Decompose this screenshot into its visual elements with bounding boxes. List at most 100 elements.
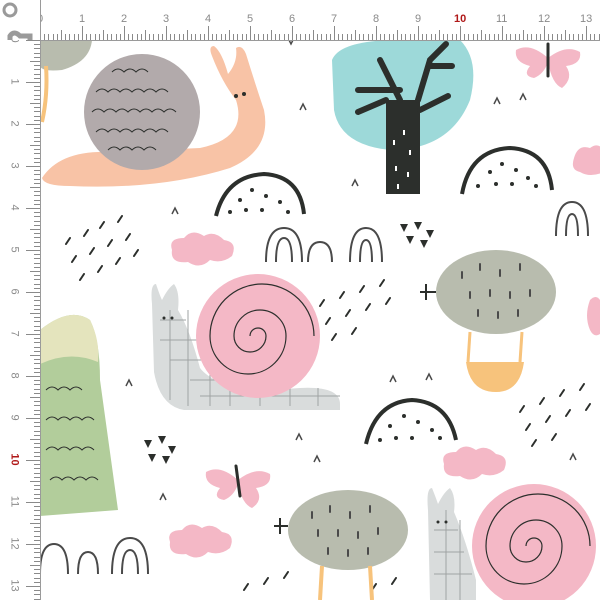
ruler-minor-tick: [34, 115, 40, 117]
ruler-minor-tick: [34, 317, 40, 319]
ruler-minor-tick: [34, 266, 40, 268]
ruler-major-tick: [544, 26, 545, 40]
ruler-minor-tick: [86, 34, 88, 40]
ruler-top: 012345678910111213: [0, 0, 600, 41]
ruler-minor-tick: [34, 443, 40, 445]
ruler-minor-tick: [30, 187, 40, 188]
ruler-minor-tick: [510, 34, 512, 40]
ruler-minor-tick: [493, 34, 495, 40]
ruler-minor-tick: [34, 493, 40, 495]
ruler-minor-tick: [34, 581, 40, 583]
ruler-minor-tick: [405, 34, 407, 40]
ruler-minor-tick: [34, 216, 40, 218]
ruler-top-label: 3: [163, 13, 170, 25]
ruler-minor-tick: [34, 107, 40, 109]
ruler-minor-tick: [34, 514, 40, 516]
ruler-minor-tick: [212, 34, 214, 40]
ruler-minor-tick: [355, 30, 356, 40]
snail-icon: [42, 46, 266, 187]
ruler-minor-tick: [338, 34, 340, 40]
ruler-minor-tick: [34, 384, 40, 386]
ruler-minor-tick: [485, 34, 487, 40]
ruler-major-tick: [26, 418, 40, 419]
ruler-minor-tick: [531, 34, 533, 40]
ruler-minor-tick: [34, 56, 40, 58]
ruler-minor-tick: [523, 30, 524, 40]
ruler-minor-tick: [321, 34, 323, 40]
ruler-minor-tick: [447, 34, 449, 40]
ruler-major-tick: [26, 82, 40, 83]
ruler-major-tick: [26, 460, 40, 461]
tree-icon: [332, 40, 474, 194]
ruler-minor-tick: [237, 34, 239, 40]
ruler-minor-tick: [34, 48, 40, 50]
ruler-minor-tick: [34, 371, 40, 373]
ruler-minor-tick: [48, 34, 50, 40]
ruler-minor-tick: [34, 258, 40, 260]
ruler-minor-tick: [77, 34, 79, 40]
ruler-minor-tick: [30, 439, 40, 440]
ruler-minor-tick: [34, 199, 40, 201]
ruler-minor-tick: [266, 34, 268, 40]
cloud-icon: [587, 297, 600, 336]
ruler-minor-tick: [468, 34, 470, 40]
ruler-minor-tick: [34, 598, 40, 600]
ruler-minor-tick: [34, 52, 40, 54]
ruler-minor-tick: [262, 34, 264, 40]
ruler-top-label: 1: [79, 13, 86, 25]
ruler-minor-tick: [34, 98, 40, 100]
ruler-minor-tick: [296, 34, 298, 40]
ruler-minor-tick: [527, 34, 529, 40]
ruler-minor-tick: [195, 34, 197, 40]
ruler-minor-tick: [34, 94, 40, 96]
ruler-minor-tick: [34, 497, 40, 499]
ruler-minor-tick: [489, 34, 491, 40]
ruler-minor-tick: [111, 34, 113, 40]
ruler-minor-tick: [34, 489, 40, 491]
ruler-minor-tick: [73, 34, 75, 40]
ruler-minor-tick: [216, 34, 218, 40]
ruler-minor-tick: [34, 170, 40, 172]
ruler-minor-tick: [132, 34, 134, 40]
ruler-minor-tick: [34, 254, 40, 256]
ruler-minor-tick: [573, 34, 575, 40]
ruler-minor-tick: [34, 338, 40, 340]
ruler-minor-tick: [34, 132, 40, 134]
ruler-minor-tick: [539, 34, 541, 40]
ruler-minor-tick: [481, 30, 482, 40]
ruler-minor-tick: [34, 233, 40, 235]
ruler-minor-tick: [34, 279, 40, 281]
ruler-minor-tick: [535, 34, 537, 40]
ruler-minor-tick: [34, 69, 40, 71]
ruler-minor-tick: [350, 34, 352, 40]
ruler-minor-tick: [30, 397, 40, 398]
ruler-minor-tick: [552, 34, 554, 40]
ruler-minor-tick: [203, 34, 205, 40]
ruler-left-label: 11: [8, 495, 21, 508]
ruler-minor-tick: [119, 34, 121, 40]
ruler-minor-tick: [30, 313, 40, 314]
ruler-minor-tick: [170, 34, 172, 40]
ruler-minor-tick: [34, 178, 40, 180]
ruler-top-label: 4: [205, 13, 212, 25]
ruler-minor-tick: [34, 535, 40, 537]
ruler-minor-tick: [182, 34, 184, 40]
ruler-minor-tick: [34, 405, 40, 407]
ruler-minor-tick: [401, 34, 403, 40]
ruler-minor-tick: [61, 30, 62, 40]
ruler-minor-tick: [409, 34, 411, 40]
ruler-minor-tick: [380, 34, 382, 40]
ruler-minor-tick: [90, 34, 92, 40]
ruler-minor-tick: [34, 359, 40, 361]
ruler-minor-tick: [271, 30, 272, 40]
ruler-minor-tick: [426, 34, 428, 40]
ruler-minor-tick: [556, 34, 558, 40]
ruler-top-label: 7: [331, 13, 338, 25]
ruler-minor-tick: [103, 30, 104, 40]
ruler-top-label: 2: [121, 13, 128, 25]
ruler-minor-tick: [443, 34, 445, 40]
ruler-top-label: 5: [247, 13, 254, 25]
ruler-major-tick: [26, 334, 40, 335]
ruler-minor-tick: [565, 30, 566, 40]
ruler-minor-tick: [34, 161, 40, 163]
